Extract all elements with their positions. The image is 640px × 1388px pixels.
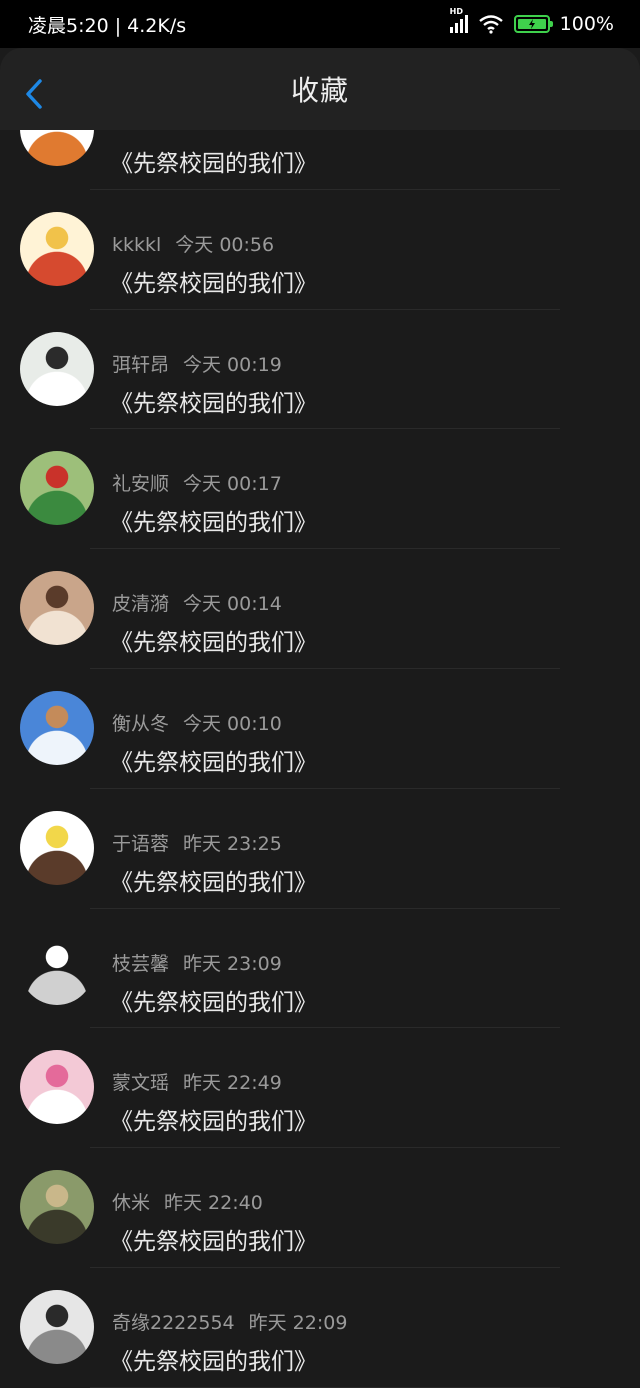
item-meta: 于语蓉 昨天 23:25: [112, 829, 282, 856]
item-meta: 枝芸馨 昨天 23:09: [112, 949, 282, 976]
book-title[interactable]: 《先祭校园的我们》: [110, 1342, 317, 1376]
item-meta: 礼安顺 今天 00:17: [112, 469, 282, 496]
username: 衡从冬: [112, 712, 170, 735]
avatar[interactable]: [20, 331, 94, 406]
item-meta: 弭轩昂 今天 00:19: [112, 350, 282, 377]
item-meta: 休米 昨天 22:40: [112, 1188, 263, 1215]
avatar[interactable]: [20, 930, 94, 1005]
item-meta: 皮清漪 今天 00:14: [112, 589, 282, 616]
status-time: 凌晨5:20 | 4.2K/s: [28, 14, 187, 37]
avatar[interactable]: [20, 451, 94, 526]
username: 枝芸馨: [112, 952, 170, 975]
book-title[interactable]: 《先祭校园的我们》: [110, 384, 317, 418]
book-title[interactable]: 《先祭校园的我们》: [110, 863, 317, 897]
book-title[interactable]: 《先祭校园的我们》: [110, 144, 317, 178]
timestamp: 今天 00:56: [175, 233, 275, 256]
book-title[interactable]: 《先祭校园的我们》: [110, 503, 317, 537]
page-title: 收藏: [290, 74, 349, 107]
avatar[interactable]: [20, 211, 94, 286]
app-header: 收藏: [0, 48, 640, 130]
username: 礼安顺: [112, 473, 170, 496]
list-item[interactable]: kkkkl 今天 00:56 《先祭校园的我们》: [0, 190, 640, 310]
avatar[interactable]: [20, 571, 94, 646]
username: 于语蓉: [112, 832, 170, 855]
chevron-left-icon: [26, 79, 42, 109]
avatar[interactable]: [20, 690, 94, 765]
status-icons: HD 100%: [449, 7, 614, 35]
avatar[interactable]: [20, 1289, 94, 1364]
timestamp: 昨天 23:09: [183, 952, 282, 975]
username: 蒙文瑶: [112, 1072, 170, 1095]
book-title[interactable]: 《先祭校园的我们》: [110, 983, 317, 1017]
avatar[interactable]: [20, 810, 94, 885]
timestamp: 昨天 22:09: [248, 1311, 348, 1334]
avatar[interactable]: [20, 1050, 94, 1125]
list-item[interactable]: 衡从冬 今天 00:10 《先祭校园的我们》: [0, 669, 640, 789]
hd-badge: HD: [449, 7, 464, 16]
back-button[interactable]: [22, 78, 46, 110]
cellular-signal-icon: HD: [449, 7, 468, 33]
username: kkkkl: [112, 233, 162, 256]
list-item[interactable]: 于语蓉 昨天 23:25 《先祭校园的我们》: [0, 789, 640, 909]
timestamp: 昨天 22:40: [164, 1192, 263, 1215]
book-title[interactable]: 《先祭校园的我们》: [110, 743, 317, 777]
list-item[interactable]: 蒙文瑶 昨天 22:49 《先祭校园的我们》: [0, 1028, 640, 1149]
list-item[interactable]: 礼安顺 今天 00:17 《先祭校园的我们》: [0, 429, 640, 550]
book-title[interactable]: 《先祭校园的我们》: [110, 1222, 317, 1256]
wifi-icon: [478, 15, 503, 34]
book-title[interactable]: 《先祭校园的我们》: [110, 1102, 317, 1136]
timestamp: 今天 00:14: [183, 593, 282, 616]
timestamp: 昨天 23:25: [183, 832, 282, 855]
favorites-list: 《先祭校园的我们》 kkkkl 今天 00:56 《先祭校园的我们》 弭轩昂 今天 …: [0, 70, 640, 1388]
avatar[interactable]: [20, 1170, 94, 1245]
item-meta: 衡从冬 今天 00:10: [112, 709, 282, 736]
item-meta: kkkkl 今天 00:56: [112, 230, 274, 257]
battery-percentage: 100%: [559, 13, 614, 35]
timestamp: 昨天 22:49: [183, 1072, 282, 1095]
timestamp: 今天 00:10: [183, 712, 282, 735]
status-bar: 凌晨5:20 | 4.2K/s HD 100%: [0, 0, 640, 48]
battery-icon: [513, 15, 553, 33]
username: 皮清漪: [112, 593, 170, 616]
username: 弭轩昂: [112, 353, 170, 376]
item-meta: 蒙文瑶 昨天 22:49: [112, 1068, 282, 1095]
list-item[interactable]: 枝芸馨 昨天 23:09 《先祭校园的我们》: [0, 909, 640, 1029]
list-item[interactable]: 奇缘2222554 昨天 22:09 《先祭校园的我们》: [0, 1268, 640, 1388]
timestamp: 今天 00:19: [183, 353, 282, 376]
list-item[interactable]: 皮清漪 今天 00:14 《先祭校园的我们》: [0, 549, 640, 669]
book-title[interactable]: 《先祭校园的我们》: [110, 623, 317, 657]
username: 休米: [112, 1192, 151, 1215]
username: 奇缘2222554: [112, 1311, 235, 1334]
list-item[interactable]: 弭轩昂 今天 00:19 《先祭校园的我们》: [0, 310, 640, 430]
item-meta: 奇缘2222554 昨天 22:09: [112, 1308, 347, 1335]
timestamp: 今天 00:17: [183, 473, 282, 496]
book-title[interactable]: 《先祭校园的我们》: [110, 264, 317, 298]
list-item[interactable]: 休米 昨天 22:40 《先祭校园的我们》: [0, 1148, 640, 1268]
